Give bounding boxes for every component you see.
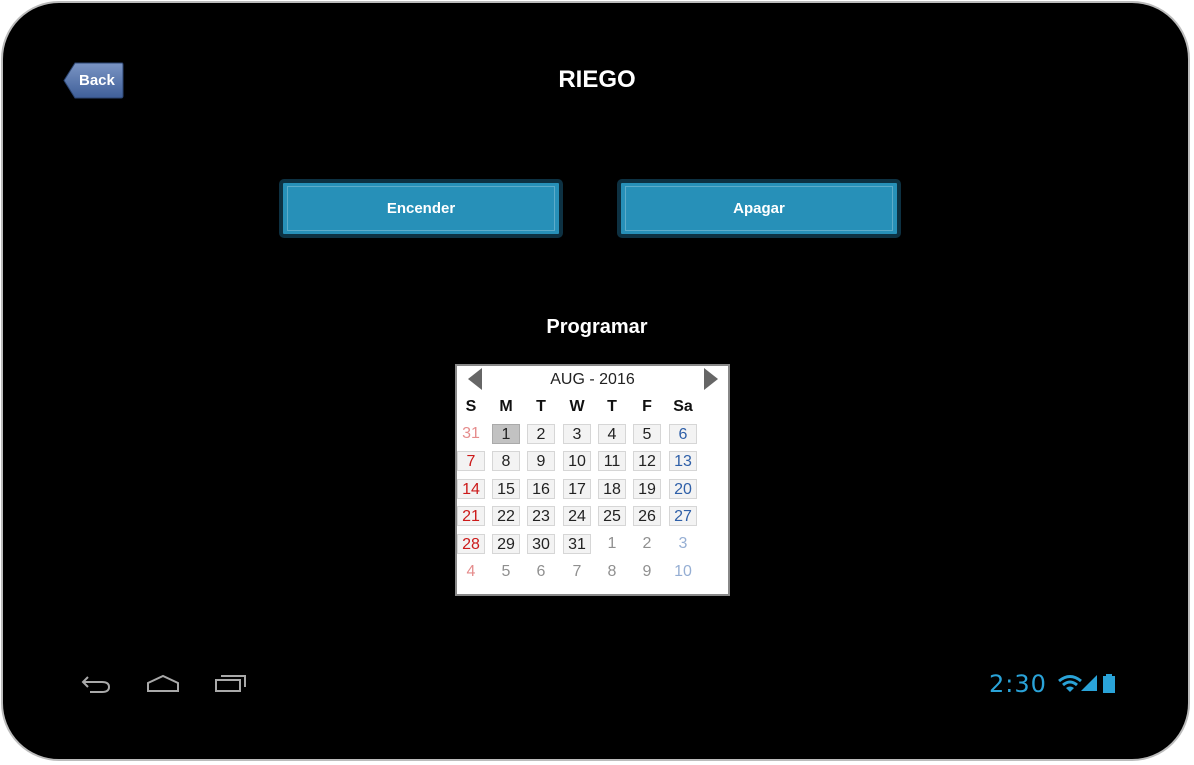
calendar-day[interactable]: 24 bbox=[563, 506, 591, 526]
calendar-day[interactable]: 12 bbox=[633, 451, 661, 471]
calendar-day[interactable]: 2 bbox=[527, 424, 555, 444]
signal-icon bbox=[1081, 675, 1097, 691]
calendar-day: 9 bbox=[642, 563, 652, 580]
weekday-header: W bbox=[569, 398, 585, 415]
calendar-day[interactable]: 28 bbox=[457, 534, 485, 554]
wifi-icon bbox=[1058, 675, 1082, 692]
calendar-day[interactable]: 19 bbox=[633, 479, 661, 499]
calendar-day[interactable]: 3 bbox=[563, 424, 591, 444]
calendar-day: 10 bbox=[674, 563, 692, 580]
schedule-heading: Programar bbox=[546, 316, 648, 338]
page-title: RIEGO bbox=[558, 66, 636, 93]
encender-button[interactable]: Encender bbox=[279, 179, 563, 238]
calendar-day[interactable]: 23 bbox=[527, 506, 555, 526]
calendar-day[interactable]: 11 bbox=[598, 451, 626, 471]
calendar-day[interactable]: 30 bbox=[527, 534, 555, 554]
calendar-day: 31 bbox=[462, 425, 480, 442]
home-nav-icon[interactable] bbox=[146, 673, 180, 695]
calendar-month-year: AUG - 2016 bbox=[550, 371, 635, 388]
calendar-day: 3 bbox=[678, 535, 688, 552]
weekday-header: Sa bbox=[673, 398, 693, 415]
calendar-day: 5 bbox=[501, 563, 511, 580]
weekday-header: T bbox=[607, 398, 617, 415]
calendar-day[interactable]: 14 bbox=[457, 479, 485, 499]
calendar-day[interactable]: 26 bbox=[633, 506, 661, 526]
calendar-widget: AUG - 2016 S M T W T F Sa 31 1 2 3 4 5 6 7 8 9 10 11 12 13 14… bbox=[455, 364, 730, 596]
calendar-day: 7 bbox=[572, 563, 582, 580]
calendar-day[interactable]: 29 bbox=[492, 534, 520, 554]
weekday-header: S bbox=[465, 398, 477, 415]
calendar-day: 1 bbox=[607, 535, 617, 552]
calendar-day: 6 bbox=[536, 563, 546, 580]
calendar-day[interactable]: 20 bbox=[669, 479, 697, 499]
calendar-day[interactable]: 17 bbox=[563, 479, 591, 499]
calendar-day[interactable]: 18 bbox=[598, 479, 626, 499]
calendar-day[interactable]: 10 bbox=[563, 451, 591, 471]
calendar-day[interactable]: 13 bbox=[669, 451, 697, 471]
calendar-day[interactable]: 7 bbox=[457, 451, 485, 471]
calendar-day[interactable]: 21 bbox=[457, 506, 485, 526]
back-nav-icon[interactable] bbox=[80, 673, 112, 695]
calendar-day[interactable]: 15 bbox=[492, 479, 520, 499]
status-time: 2:30 bbox=[989, 670, 1047, 698]
calendar-day[interactable]: 31 bbox=[563, 534, 591, 554]
calendar-day[interactable]: 1 bbox=[492, 424, 520, 444]
apagar-button[interactable]: Apagar bbox=[617, 179, 901, 238]
calendar-day[interactable]: 6 bbox=[669, 424, 697, 444]
weekday-header: M bbox=[499, 398, 513, 415]
calendar-day[interactable]: 9 bbox=[527, 451, 555, 471]
calendar-day[interactable]: 4 bbox=[598, 424, 626, 444]
battery-icon bbox=[1103, 674, 1115, 693]
calendar-day[interactable]: 22 bbox=[492, 506, 520, 526]
calendar-day[interactable]: 25 bbox=[598, 506, 626, 526]
calendar-day[interactable]: 8 bbox=[492, 451, 520, 471]
recent-apps-icon[interactable] bbox=[214, 673, 248, 695]
calendar-day[interactable]: 16 bbox=[527, 479, 555, 499]
calendar-day[interactable]: 5 bbox=[633, 424, 661, 444]
weekday-header: F bbox=[642, 398, 652, 415]
next-month-icon[interactable] bbox=[704, 368, 718, 390]
calendar-day[interactable]: 27 bbox=[669, 506, 697, 526]
weekday-header: T bbox=[536, 398, 546, 415]
calendar-day: 4 bbox=[466, 563, 476, 580]
calendar-day: 8 bbox=[607, 563, 617, 580]
calendar-day: 2 bbox=[642, 535, 652, 552]
